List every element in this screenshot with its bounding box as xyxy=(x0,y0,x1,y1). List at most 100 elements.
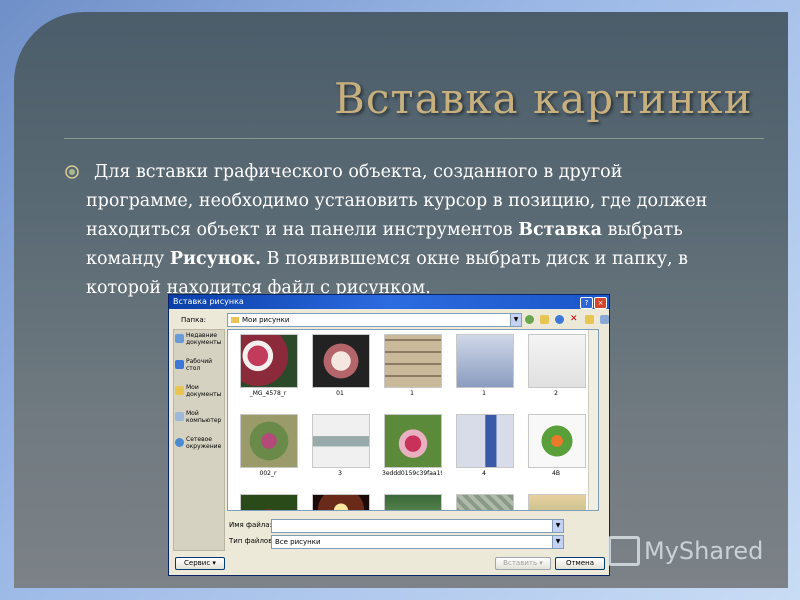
file-thumbnail[interactable]: 002_r xyxy=(238,414,298,477)
file-thumbnail[interactable]: 3eddd0159c39faa19... xyxy=(382,414,442,477)
place-my-computer[interactable]: Мой компьютер xyxy=(175,410,223,432)
image-preview xyxy=(528,494,586,510)
file-thumbnail[interactable] xyxy=(238,494,298,510)
dialog-titlebar[interactable]: Вставка рисунка ? × xyxy=(169,295,609,309)
tools-button[interactable]: Сервис ▾ xyxy=(175,557,225,570)
place-label: Мой компьютер xyxy=(186,410,222,424)
image-preview xyxy=(384,334,442,388)
watermark-my: My xyxy=(644,537,679,565)
file-name: 2 xyxy=(554,390,558,397)
file-thumbnail[interactable] xyxy=(382,494,442,510)
file-thumbnail[interactable] xyxy=(454,494,514,510)
chevron-down-icon[interactable]: ▼ xyxy=(510,314,521,326)
image-preview xyxy=(240,334,298,388)
filetype-value: Все рисунки xyxy=(275,538,321,546)
image-preview xyxy=(312,494,370,510)
body-paragraph: Для вставки графического объекта, создан… xyxy=(86,158,776,303)
line-3-text: находиться объект и на панели инструмент… xyxy=(86,220,519,240)
close-button[interactable]: × xyxy=(594,297,607,309)
insert-picture-dialog: Вставка рисунка ? × Папка: Мои рисунки ▼… xyxy=(168,294,610,576)
file-thumbnail[interactable]: 1 xyxy=(382,334,442,397)
dialog-toolbar: Папка: Мои рисунки ▼ ✕ xyxy=(173,313,609,329)
file-list-scrollbar[interactable] xyxy=(588,330,598,510)
image-preview xyxy=(384,414,442,468)
up-folder-icon[interactable] xyxy=(540,315,549,324)
filetype-select[interactable]: Все рисунки ▼ xyxy=(271,535,564,549)
views-icon[interactable] xyxy=(600,315,609,324)
place-label: Рабочий стол xyxy=(186,358,213,372)
bold-insert: Вставка xyxy=(518,220,603,240)
bold-picture: Рисунок. xyxy=(169,249,262,269)
filetype-label: Тип файлов: xyxy=(229,537,275,545)
chevron-down-icon[interactable]: ▼ xyxy=(552,536,563,548)
folder-value: Мои рисунки xyxy=(242,316,290,324)
paragraph-line-2: программе, необходимо установить курсор … xyxy=(86,191,708,211)
my-documents-icon xyxy=(175,386,184,395)
chevron-down-icon[interactable]: ▼ xyxy=(552,520,563,532)
place-label: Сетевое окружение xyxy=(186,436,222,450)
file-thumbnail[interactable]: 1 xyxy=(454,334,514,397)
network-icon xyxy=(175,438,184,447)
folder-icon xyxy=(231,317,239,323)
watermark-text: MyShared xyxy=(644,537,763,565)
image-preview xyxy=(456,334,514,388)
insert-button[interactable]: Вставить ▾ xyxy=(495,557,551,570)
file-thumbnail[interactable]: 2 xyxy=(526,334,586,397)
paragraph-line-1: Для вставки графического объекта, создан… xyxy=(94,162,623,182)
delete-icon[interactable]: ✕ xyxy=(570,315,579,324)
places-bar: Недавние документы Рабочий стол Мои доку… xyxy=(173,329,225,551)
place-recent[interactable]: Недавние документы xyxy=(175,332,223,354)
new-folder-icon[interactable] xyxy=(585,315,594,324)
presentation-icon xyxy=(608,536,640,566)
file-list: 4B 4 3eddd0159c39faa19... 3 002_r 2 1 1 01 _MG_45… xyxy=(227,329,599,511)
folder-label: Папка: xyxy=(181,316,207,324)
file-thumbnail[interactable] xyxy=(526,494,586,510)
file-thumbnail[interactable]: 3 xyxy=(310,414,370,477)
tools-button-label: Сервис xyxy=(184,559,211,567)
filename-input[interactable]: ▼ xyxy=(271,519,564,533)
file-thumbnail[interactable]: 4B xyxy=(526,414,586,477)
line-3-tail: выбрать xyxy=(602,220,683,240)
my-computer-icon xyxy=(175,412,184,421)
file-thumbnail[interactable]: _MG_4578_r xyxy=(238,334,298,397)
image-preview xyxy=(240,414,298,468)
slide-title: Вставка картинки xyxy=(334,74,753,123)
image-preview xyxy=(312,334,370,388)
file-thumbnail[interactable] xyxy=(310,494,370,510)
file-name: 4 xyxy=(482,470,486,477)
watermark-shared: Shared xyxy=(678,537,764,565)
paragraph-line-4: команду Рисунок. В появившемся окне выбр… xyxy=(86,245,776,274)
image-preview xyxy=(456,414,514,468)
back-icon[interactable] xyxy=(525,315,534,324)
file-name: 3 xyxy=(338,470,342,477)
file-name: 3eddd0159c39faa19... xyxy=(382,470,442,477)
image-preview xyxy=(456,494,514,510)
filename-label: Имя файла: xyxy=(229,521,272,529)
place-network[interactable]: Сетевое окружение xyxy=(175,436,223,458)
image-preview xyxy=(240,494,298,510)
file-name: _MG_4578_r xyxy=(249,390,287,397)
file-thumbnail[interactable]: 4 xyxy=(454,414,514,477)
search-web-icon[interactable] xyxy=(555,315,564,324)
file-thumbnail[interactable]: 01 xyxy=(310,334,370,397)
place-label: Недавние документы xyxy=(186,332,222,346)
place-label: Мои документы xyxy=(186,384,222,398)
insert-button-label: Вставить xyxy=(503,559,538,567)
image-preview xyxy=(384,494,442,510)
file-name: 01 xyxy=(336,390,344,397)
line-4-text: команду xyxy=(86,249,170,269)
file-name: 002_r xyxy=(259,470,277,477)
image-preview xyxy=(528,334,586,388)
dialog-title: Вставка рисунка xyxy=(173,297,244,306)
recent-docs-icon xyxy=(175,334,184,343)
help-button[interactable]: ? xyxy=(580,297,593,309)
bullet-icon xyxy=(65,165,79,179)
cancel-button[interactable]: Отмена xyxy=(555,557,605,570)
file-name: 4B xyxy=(552,470,560,477)
file-name: 1 xyxy=(410,390,414,397)
image-preview xyxy=(312,414,370,468)
place-desktop[interactable]: Рабочий стол xyxy=(175,358,223,380)
folder-combo[interactable]: Мои рисунки ▼ xyxy=(227,313,522,327)
place-my-documents[interactable]: Мои документы xyxy=(175,384,223,406)
image-preview xyxy=(528,414,586,468)
